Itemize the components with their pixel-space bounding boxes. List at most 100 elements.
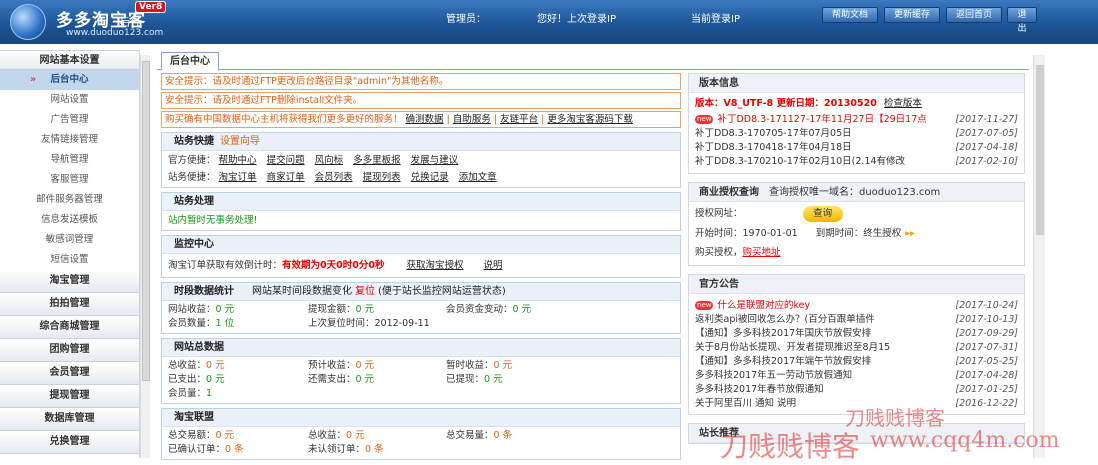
stat-value: 1 位 <box>215 318 235 329</box>
total-stats-box: 网站总数据 总收益：0 元 预计收益：0 元 暂时收益：0 元 已支出：0 元 … <box>161 338 681 404</box>
link-add-article[interactable]: 添加文章 <box>459 172 497 183</box>
end-value: 终生授权 <box>863 228 902 239</box>
right-column: 版本信息 版本：V8_UTF-8 更新日期：20130520 检查版本 new 补… <box>688 73 1025 458</box>
stat-label: 暂时收益： <box>446 360 494 371</box>
sidebar-group-database[interactable]: 数据库管理 <box>0 408 139 431</box>
help-docs-button[interactable]: 帮助文档 <box>822 7 878 23</box>
stat-label: 总交易额： <box>168 430 216 441</box>
link-merchant-orders[interactable]: 商家订单 <box>267 172 305 183</box>
period-header: 时段数据统计 网站某时间段数据变化 复位 (便于站长监控网站运营状态) <box>162 283 680 301</box>
reset-link[interactable]: 复位 <box>355 286 375 297</box>
stat-cell: 会员数量：1 位 <box>168 317 308 331</box>
stat-label: 会员数量： <box>168 318 216 329</box>
patch-item[interactable]: 补丁DD8.3-170210-17年02月10日(2.14有修改 [2017-02… <box>689 155 1024 173</box>
new-badge-icon: new <box>695 115 714 124</box>
patch-item[interactable]: 补丁DD8.3-170418-17年04月18日 [2017-04-18] <box>689 141 1024 155</box>
monitor-title: 监控中心 <box>162 236 680 254</box>
sidebar-scroll-thumb[interactable] <box>142 61 150 381</box>
sidebar-item-site-settings[interactable]: 网站设置 <box>0 90 139 110</box>
sidebar-group-groupbuy[interactable]: 团购管理 <box>0 339 139 362</box>
announcement-text: 返利类api被回收怎么办？(百分百跟单插件 <box>695 314 875 325</box>
link-suggestion[interactable]: 发展与建议 <box>411 155 459 166</box>
patch-item[interactable]: new 补丁DD8.3-171127-17年11月27日【29日17点 [2017-… <box>689 113 1024 127</box>
handling-title: 站务处理 <box>162 193 680 211</box>
sidebar-group-members[interactable]: 会员管理 <box>0 362 139 385</box>
sidebar-item-dashboard[interactable]: 后台中心 <box>0 70 139 90</box>
check-version-link[interactable]: 检查版本 <box>884 98 922 109</box>
sidebar-item-customer-service[interactable]: 客服管理 <box>0 170 139 190</box>
link-more-source[interactable]: 更多淘宝客源码下载 <box>547 114 633 125</box>
link-self-service[interactable]: 自助服务 <box>453 114 491 125</box>
patch-date: [2017-07-05] <box>955 128 1018 139</box>
stat-cell: 还需支出：0 元 <box>308 373 446 387</box>
patch-date: [2017-04-18] <box>955 142 1018 153</box>
stat-cell: 总交易额：0 元 <box>168 429 308 443</box>
link-help-center[interactable]: 帮助中心 <box>219 155 257 166</box>
announcements-box: 官方公告 new 什么是联盟对应的key [2017-10-24] 返利类api被回… <box>688 274 1025 415</box>
patch-date: [2017-02-10] <box>955 156 1018 167</box>
license-url-row: 授权网址： 查询 <box>689 202 1024 226</box>
announcement-text: 关于8月份站长提现、开发者提现推迟至8月15 <box>695 342 891 353</box>
announcement-item[interactable]: 【通知】多多科技2017年国庆节放假安排 [2017-09-29] <box>689 327 1024 341</box>
announcement-item[interactable]: 多多科技2017年五一劳动节放假通知 [2017-04-28] <box>689 369 1024 383</box>
period-note: (便于站长监控网站运营状态) <box>378 286 506 297</box>
announcement-title: new 什么是联盟对应的key <box>695 299 810 313</box>
license-box: 商业授权查询 查询授权唯一域名：duoduo123.com 授权网址： 查询 开始… <box>688 182 1025 266</box>
official-shortcuts-row: 官方便捷： 帮助中心 提交问题 风向标 多多里板报 发展与建议 <box>162 151 680 170</box>
monitor-explain-link[interactable]: 说明 <box>483 260 502 271</box>
patch-text: 补丁DD8.3-170210-17年02月10日(2.14有修改 <box>695 156 905 167</box>
link-data-test[interactable]: 确测数据 <box>406 114 444 125</box>
sidebar-group-taobao[interactable]: 淘宝管理 <box>0 270 139 293</box>
link-submit-issue[interactable]: 提交问题 <box>267 155 305 166</box>
patch-item[interactable]: 补丁DD8.3-170705-17年07月05日 [2017-07-05] <box>689 127 1024 141</box>
query-button[interactable]: 查询 <box>802 206 843 222</box>
watermark-large: 刀贱贱博客 <box>720 430 861 463</box>
sidebar-title[interactable]: 网站基本设置 <box>0 50 139 70</box>
announcement-item[interactable]: 多多科技2017年春节放假通知 [2017-01-25] <box>689 383 1024 397</box>
announcement-item[interactable]: 返利类api被回收怎么办？(百分百跟单插件 [2017-10-13] <box>689 313 1024 327</box>
sidebar-item-navigation[interactable]: 导航管理 <box>0 150 139 170</box>
link-member-list[interactable]: 会员列表 <box>315 172 353 183</box>
patch-date: [2017-11-27] <box>955 114 1018 125</box>
logo-globe-icon <box>10 4 46 40</box>
update-cache-button[interactable]: 更新缓存 <box>884 7 940 23</box>
main-scroll-thumb[interactable] <box>1036 65 1044 235</box>
sidebar-item-ads[interactable]: 广告管理 <box>0 110 139 130</box>
link-friendlink-platform[interactable]: 友链平台 <box>500 114 538 125</box>
sidebar-group-paipai[interactable]: 拍拍管理 <box>0 293 139 316</box>
buy-link[interactable]: 购买地址 <box>743 247 781 258</box>
stat-cell <box>446 317 646 331</box>
sidebar-item-sms[interactable]: 短信设置 <box>0 250 139 270</box>
link-withdraw-list[interactable]: 提现列表 <box>363 172 401 183</box>
logout-button[interactable]: 退出 <box>1007 7 1037 34</box>
announcement-item[interactable]: new 什么是联盟对应的key [2017-10-24] <box>689 299 1024 313</box>
start-label: 开始时间： <box>695 228 743 239</box>
get-taobao-auth-link[interactable]: 获取淘宝授权 <box>406 260 463 271</box>
stat-label: 未认领订单： <box>308 444 366 455</box>
alliance-grid: 总交易额：0 元 总收益：0 元 总交易量：0 条 已确认订单：0 条 未认领订… <box>162 427 680 459</box>
setup-wizard-link[interactable]: 设置向导 <box>220 136 260 147</box>
sidebar-item-mail-server[interactable]: 邮件服务器管理 <box>0 190 139 210</box>
sidebar-item-sensitive-words[interactable]: 敏感词管理 <box>0 230 139 250</box>
announcement-date: [2017-10-13] <box>955 314 1018 325</box>
sidebar-scrollbar[interactable] <box>140 55 150 458</box>
countdown-label: 淘宝订单获取有效倒计时： <box>168 260 283 271</box>
link-bulletin[interactable]: 多多里板报 <box>353 155 401 166</box>
sidebar-group-exchange[interactable]: 兑换管理 <box>0 431 139 454</box>
announcement-item[interactable]: 关于8月份站长提现、开发者提现推迟至8月15 [2017-07-31] <box>689 341 1024 355</box>
back-home-button[interactable]: 返回首页 <box>946 7 1002 23</box>
sidebar-item-message-templates[interactable]: 信息发送模板 <box>0 210 139 230</box>
sidebar-item-friend-links[interactable]: 友情链接管理 <box>0 130 139 150</box>
link-exchange-records[interactable]: 兑换记录 <box>411 172 449 183</box>
stat-value: 0 元 <box>355 304 375 315</box>
link-trend[interactable]: 风向标 <box>315 155 344 166</box>
tab-bar: 后台中心 <box>157 50 1029 71</box>
main-scrollbar[interactable] <box>1033 55 1045 458</box>
stat-value: 0 元 <box>215 304 235 315</box>
sidebar-group-withdraw[interactable]: 提现管理 <box>0 385 139 408</box>
stat-label: 已支出： <box>168 374 207 385</box>
sidebar-group-mall[interactable]: 综合商城管理 <box>0 316 139 339</box>
tab-dashboard[interactable]: 后台中心 <box>161 52 219 71</box>
announcement-item[interactable]: 【通知】多多科技2017年端午节放假安排 [2017-05-25] <box>689 355 1024 369</box>
link-taobao-orders[interactable]: 淘宝订单 <box>219 172 257 183</box>
